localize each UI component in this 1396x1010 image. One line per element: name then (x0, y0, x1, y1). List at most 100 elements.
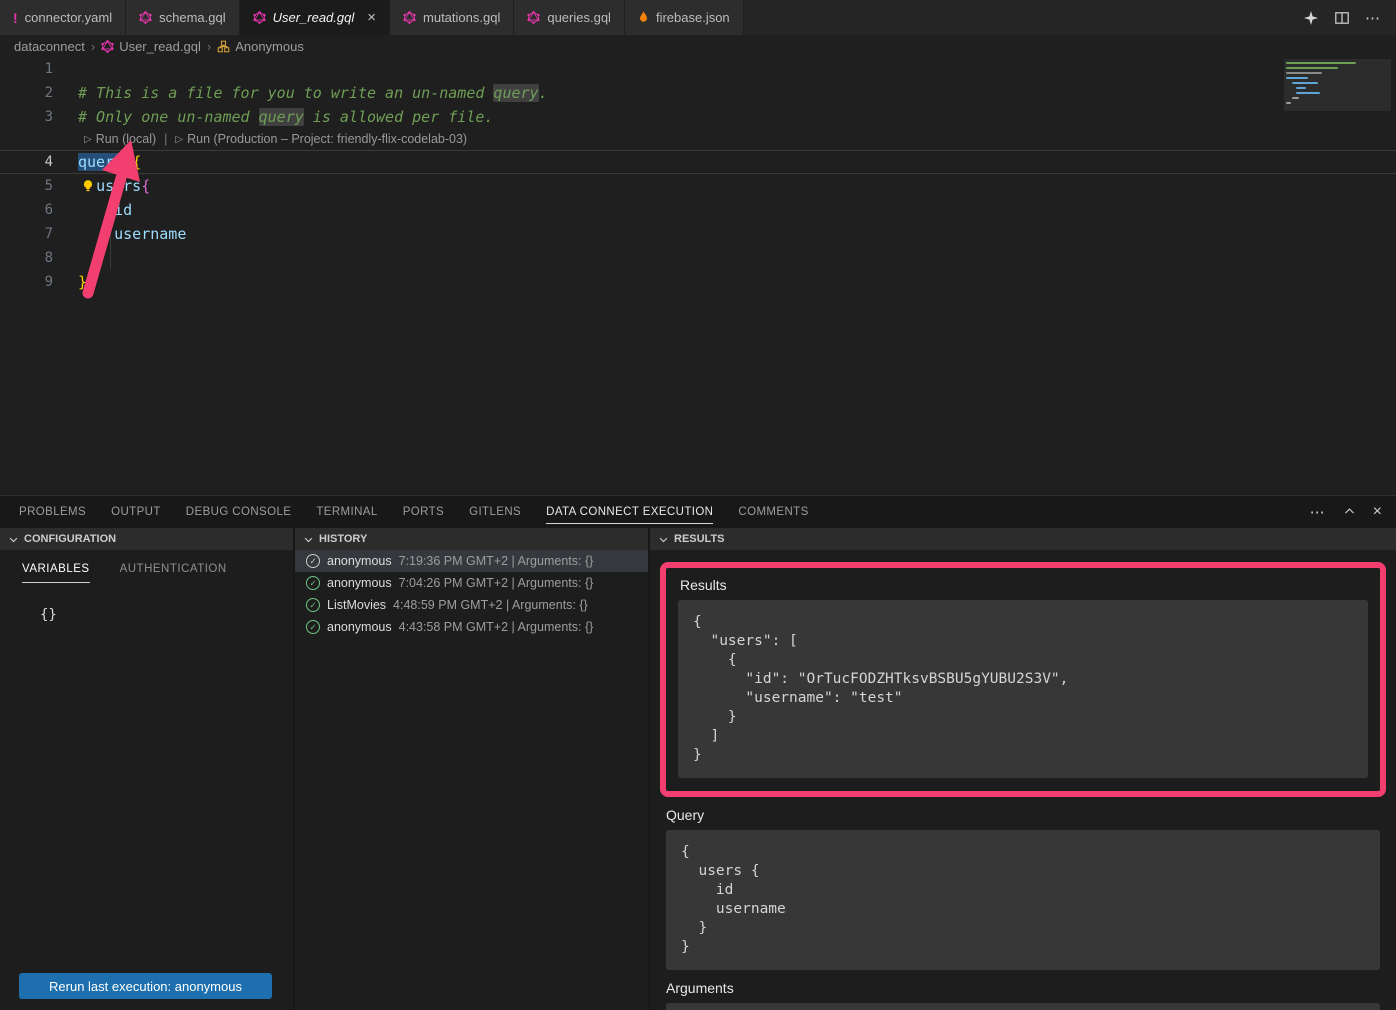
line-number: 9 (0, 270, 53, 294)
tab-schema.gql[interactable]: schema.gql (126, 0, 239, 35)
panel-tab-terminal[interactable]: TERMINAL (316, 500, 377, 524)
tab-label: User_read.gql (273, 10, 355, 25)
graphql-icon (403, 11, 416, 24)
history-item[interactable]: ✓anonymous7:19:36 PM GMT+2 | Arguments: … (295, 550, 648, 572)
breadcrumb-label: dataconnect (14, 39, 85, 54)
history-name: ListMovies (327, 598, 386, 612)
panel-more-actions-icon[interactable]: ⋯ (1310, 503, 1326, 521)
breadcrumb-label: User_read.gql (119, 39, 201, 54)
close-icon[interactable]: × (367, 10, 376, 25)
panel-tab-ports[interactable]: PORTS (403, 500, 444, 524)
check-circle-icon: ✓ (306, 598, 320, 612)
code-content: id (53, 198, 132, 222)
history-name: anonymous (327, 554, 392, 568)
arguments-label: Arguments (666, 980, 1380, 996)
configuration-header[interactable]: CONFIGURATION (0, 528, 293, 550)
lightbulb-icon[interactable] (81, 179, 95, 193)
editor-lines: 12# This is a file for you to write an u… (0, 57, 1396, 294)
tab-label: queries.gql (547, 10, 611, 25)
results-label: Results (680, 577, 1368, 593)
code-content: } (53, 246, 105, 270)
chevron-right-icon: › (206, 39, 212, 54)
tab-label: mutations.gql (423, 10, 500, 25)
config-tab-variables[interactable]: VARIABLES (22, 563, 90, 583)
graphql-icon (139, 11, 152, 24)
tab-firebase.json[interactable]: firebase.json (625, 0, 744, 35)
yaml-warning-icon: ! (13, 10, 18, 26)
tab-label: connector.yaml (25, 10, 112, 25)
editor-line[interactable]: 9} (0, 270, 1396, 294)
close-panel-icon[interactable]: × (1373, 503, 1382, 521)
history-meta: 4:48:59 PM GMT+2 | Arguments: {} (393, 598, 588, 612)
breadcrumb-label: Anonymous (235, 39, 304, 54)
panel-tab-gitlens[interactable]: GITLENS (469, 500, 521, 524)
line-number: 4 (0, 150, 53, 174)
breadcrumb-item[interactable]: dataconnect (14, 39, 85, 54)
editor-line[interactable]: 7 username (0, 222, 1396, 246)
results-header[interactable]: RESULTS (650, 528, 1396, 550)
split-editor-icon[interactable] (1334, 10, 1350, 26)
tab-connector.yaml[interactable]: ! connector.yaml (0, 0, 126, 35)
panel-tabs: PROBLEMS OUTPUT DEBUG CONSOLE TERMINAL PORTS… (0, 496, 1396, 527)
graphql-icon (101, 40, 114, 53)
minimap[interactable] (1284, 59, 1391, 119)
rerun-button[interactable]: Rerun last execution: anonymous (19, 973, 272, 999)
editor-line[interactable]: 1 (0, 57, 1396, 81)
editor-tab-bar: ! connector.yaml schema.gql User_read.gql × m… (0, 0, 1396, 35)
chevron-down-icon (8, 534, 19, 545)
configuration-title: CONFIGURATION (24, 533, 116, 545)
panel-tab-comments[interactable]: COMMENTS (738, 500, 808, 524)
line-number: 7 (0, 222, 53, 246)
graphql-icon (527, 11, 540, 24)
panel-tab-debug-console[interactable]: DEBUG CONSOLE (186, 500, 292, 524)
editor-line[interactable]: 2# This is a file for you to write an un… (0, 81, 1396, 105)
tab-User_read.gql[interactable]: User_read.gql × (240, 0, 390, 35)
history-item[interactable]: ✓anonymous7:04:26 PM GMT+2 | Arguments: … (295, 572, 648, 594)
history-meta: 4:43:58 PM GMT+2 | Arguments: {} (399, 620, 594, 634)
breadcrumb-item[interactable]: User_read.gql (101, 39, 201, 54)
config-tab-authentication[interactable]: AUTHENTICATION (120, 563, 227, 583)
symbol-anonymous-icon (217, 40, 230, 53)
history-item[interactable]: ✓ ListMovies 4:48:59 PM GMT+2 | Arguments:… (295, 594, 648, 616)
sparkle-copilot-icon[interactable] (1303, 10, 1319, 26)
editor-line[interactable]: 8 } (0, 246, 1396, 270)
editor-actions: ⋯ (1303, 0, 1396, 35)
results-title: RESULTS (674, 533, 725, 545)
history-name: anonymous (327, 620, 392, 634)
editor-line[interactable]: 4query { (0, 150, 1396, 174)
editor-line[interactable]: 5 users{ (0, 174, 1396, 198)
codelens-row: ▷Run (local)|▷Run (Production – Project:… (0, 129, 1396, 150)
more-actions-icon[interactable]: ⋯ (1365, 10, 1381, 26)
line-number: 6 (0, 198, 53, 222)
chevron-down-icon (658, 534, 669, 545)
check-circle-icon: ✓ (306, 620, 320, 634)
panel-tab-output[interactable]: OUTPUT (111, 500, 161, 524)
results-pane: RESULTS Results { "users": [ { "id": "Or… (650, 528, 1396, 1010)
panel-tab-problems[interactable]: PROBLEMS (19, 500, 86, 524)
breadcrumb-item[interactable]: Anonymous (217, 39, 304, 54)
results-highlight-annotation: Results { "users": [ { "id": "OrTucFODZH… (660, 562, 1386, 797)
tab-label: schema.gql (159, 10, 225, 25)
breadcrumb: dataconnect›User_read.gql›Anonymous (0, 35, 1396, 57)
editor-line[interactable]: 6 id (0, 198, 1396, 222)
codelens-run-production[interactable]: Run (Production – Project: friendly-flix… (187, 129, 467, 150)
query-label: Query (666, 807, 1380, 823)
maximize-panel-icon[interactable] (1343, 505, 1356, 518)
history-meta: 7:04:26 PM GMT+2 | Arguments: {} (399, 576, 594, 590)
run-icon: ▷ (84, 129, 92, 150)
config-tabs: VARIABLES AUTHENTICATION (0, 550, 293, 583)
editor-line[interactable]: 3# Only one un-named query is allowed pe… (0, 105, 1396, 129)
tab-mutations.gql[interactable]: mutations.gql (390, 0, 514, 35)
panel-actions: ⋯ × (1310, 496, 1396, 527)
tab-queries.gql[interactable]: queries.gql (514, 0, 625, 35)
panel-tab-data-connect-execution[interactable]: DATA CONNECT EXECUTION (546, 500, 713, 524)
codelens-run-local[interactable]: Run (local) (96, 129, 156, 150)
editor[interactable]: 12# This is a file for you to write an u… (0, 57, 1396, 494)
line-number: 8 (0, 246, 53, 270)
code-content: query { (53, 150, 141, 174)
history-item[interactable]: ✓ anonymous 4:43:58 PM GMT+2 | Arguments: … (295, 616, 648, 638)
chevron-down-icon (303, 534, 314, 545)
history-header[interactable]: HISTORY (295, 528, 648, 550)
variables-value[interactable]: {} (40, 607, 293, 623)
line-number: 3 (0, 105, 53, 129)
